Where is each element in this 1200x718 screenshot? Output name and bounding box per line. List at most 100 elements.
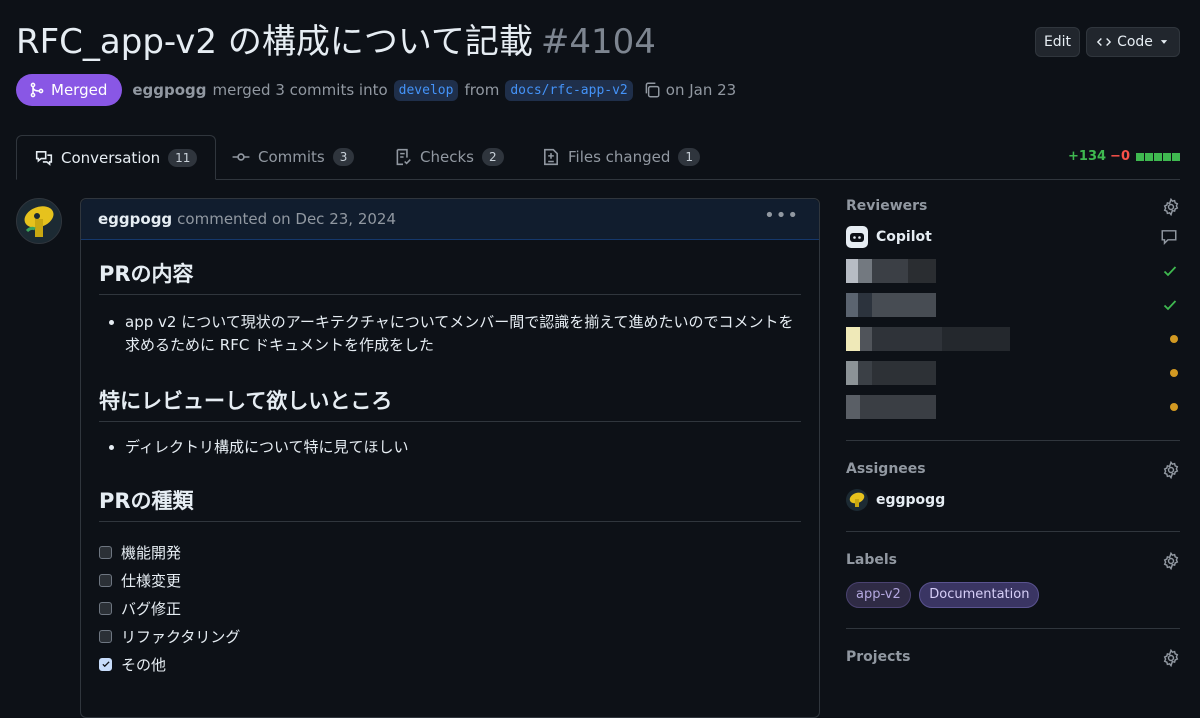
head-branch[interactable]: docs/rfc-app-v2 [505, 79, 633, 101]
reviewer-redacted[interactable] [846, 288, 1180, 322]
task-label: リファクタリング [121, 627, 241, 646]
author-link[interactable]: eggpogg [132, 81, 206, 99]
pr-title-text: RFC_app-v2 の構成について記載 [16, 22, 533, 62]
comment-discussion-icon [35, 150, 53, 166]
label-list: app-v2 Documentation [846, 582, 1180, 608]
sidebar: Reviewers Copilot Assignees eggpogg Labe… [846, 198, 1180, 689]
reviewer-redacted[interactable] [846, 356, 1180, 390]
comment-author[interactable]: eggpogg [98, 210, 172, 228]
task-label: その他 [121, 655, 167, 674]
tab-commits[interactable]: Commits 3 [232, 135, 355, 179]
redacted-reviewer [846, 395, 936, 419]
projects-title: Projects [846, 649, 911, 665]
tab-checks[interactable]: Checks 2 [394, 135, 504, 179]
assignees-section: Assignees eggpogg [846, 441, 1180, 532]
projects-section: Projects [846, 629, 1180, 669]
diffstat-bars [1136, 152, 1180, 161]
reviewer-name: Copilot [876, 229, 932, 245]
diffstat: +134 −0 [1068, 149, 1180, 164]
label-app-v2[interactable]: app-v2 [846, 582, 911, 608]
task-item: 仕様変更 [99, 566, 801, 594]
gear-icon[interactable] [1162, 649, 1180, 667]
reviewer-copilot[interactable]: Copilot [846, 220, 1180, 254]
reviewer-redacted[interactable] [846, 390, 1180, 424]
tab-label: Checks [420, 148, 474, 166]
comment-meta[interactable]: commented on Dec 23, 2024 [177, 210, 396, 228]
pr-tabs: Conversation 11 Commits 3 Checks 2 Files… [16, 135, 1180, 180]
bullet-list: ディレクトリ構成について特に見てほしい [99, 436, 801, 459]
comment-icon [1161, 230, 1177, 245]
tab-label: Conversation [61, 148, 161, 167]
commit-icon [232, 153, 250, 161]
task-item: その他 [99, 650, 801, 678]
pr-number: #4104 [540, 22, 656, 62]
diff-deletions: −0 [1110, 149, 1130, 164]
list-item: app v2 について現状のアーキテクチャについてメンバー間で認識を揃えて進めた… [125, 311, 801, 357]
redacted-reviewer [846, 327, 1010, 351]
chevron-down-icon [1160, 40, 1168, 44]
tab-files-changed[interactable]: Files changed 1 [542, 135, 701, 179]
assignees-title: Assignees [846, 461, 926, 477]
reviewer-list: Copilot [846, 220, 1180, 424]
comment-body: PRの内容 app v2 について現状のアーキテクチャについてメンバー間で認識を… [81, 254, 819, 678]
copy-icon[interactable] [643, 81, 661, 99]
pending-dot-icon [1170, 403, 1178, 411]
merged-label: Merged [51, 81, 108, 99]
tab-count: 2 [481, 148, 504, 166]
avatar [846, 489, 868, 511]
edit-button[interactable]: Edit [1035, 27, 1080, 57]
redacted-reviewer [846, 361, 936, 385]
file-diff-icon [544, 148, 558, 166]
gear-icon[interactable] [1162, 461, 1180, 479]
section-heading: 特にレビューして欲しいところ [99, 381, 801, 422]
avatar[interactable] [16, 198, 62, 244]
tab-count: 1 [678, 148, 701, 166]
assignee-name: eggpogg [876, 492, 946, 508]
git-merge-icon [30, 82, 44, 98]
kebab-menu-icon[interactable]: ••• [764, 205, 799, 226]
task-list: 機能開発 仕様変更 バグ修正 リファクタリング その他 [99, 538, 801, 678]
merge-action-text: merged 3 commits into [212, 81, 388, 99]
task-item: リファクタリング [99, 622, 801, 650]
gear-icon[interactable] [1162, 552, 1180, 570]
checkbox[interactable] [99, 545, 112, 559]
tab-label: Files changed [568, 148, 671, 166]
check-icon [1163, 266, 1177, 277]
diff-additions: +134 [1068, 149, 1107, 164]
reviewers-title: Reviewers [846, 198, 928, 214]
bullet-list: app v2 について現状のアーキテクチャについてメンバー間で認識を揃えて進めた… [99, 311, 801, 357]
tab-count: 11 [168, 148, 198, 167]
code-button[interactable]: Code [1086, 27, 1180, 57]
comment-header: eggpogg commented on Dec 23, 2024 ••• [81, 199, 819, 240]
redacted-reviewer [846, 259, 936, 283]
gear-icon[interactable] [1162, 198, 1180, 216]
labels-title: Labels [846, 552, 898, 568]
code-button-label: Code [1117, 34, 1153, 50]
base-branch[interactable]: develop [393, 79, 459, 101]
merge-date: on Jan 23 [665, 81, 737, 99]
assignee-item[interactable]: eggpogg [846, 485, 1180, 515]
label-documentation[interactable]: Documentation [919, 582, 1040, 608]
from-text: from [464, 81, 500, 99]
pr-meta: Merged eggpogg merged 3 commits into dev… [16, 73, 736, 107]
reviewer-redacted[interactable] [846, 322, 1180, 356]
section-heading: PRの種類 [99, 481, 801, 522]
checkbox[interactable] [99, 629, 112, 643]
page-title: RFC_app-v2 の構成について記載 #4104 [16, 18, 656, 66]
labels-section: Labels app-v2 Documentation [846, 532, 1180, 629]
task-item: 機能開発 [99, 538, 801, 566]
pr-header: RFC_app-v2 の構成について記載 #4104 Edit Code [16, 18, 1180, 66]
tab-conversation[interactable]: Conversation 11 [16, 135, 217, 180]
checkbox-checked[interactable] [99, 657, 112, 671]
checkbox[interactable] [99, 573, 112, 587]
code-icon [1097, 38, 1112, 46]
pr-description-comment: eggpogg commented on Dec 23, 2024 ••• PR… [80, 198, 820, 718]
check-icon [1163, 300, 1177, 311]
merged-badge: Merged [16, 74, 123, 106]
reviewer-redacted[interactable] [846, 254, 1180, 288]
copilot-icon [846, 226, 868, 248]
section-heading: PRの内容 [99, 254, 801, 295]
task-item: バグ修正 [99, 594, 801, 622]
tab-count: 3 [332, 148, 355, 166]
checkbox[interactable] [99, 601, 112, 615]
